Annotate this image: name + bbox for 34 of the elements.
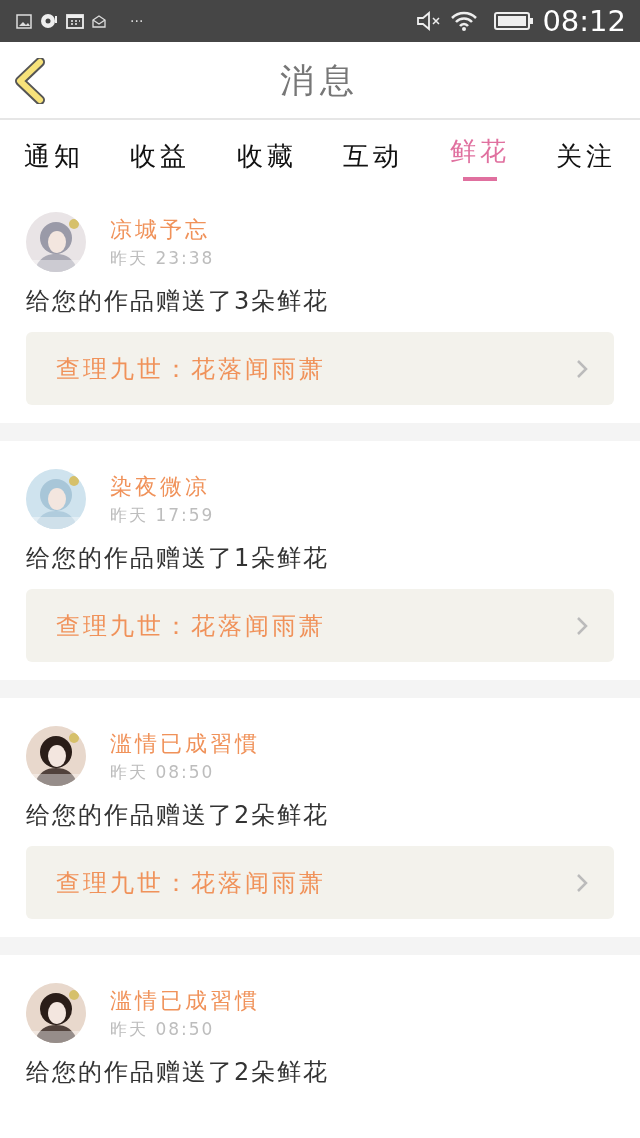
message-time: 昨天 08:50 <box>110 760 216 784</box>
message-time: 昨天 08:50 <box>110 1017 216 1041</box>
battery-icon <box>494 11 535 31</box>
page-title: 消息 <box>280 58 360 102</box>
wifi-icon <box>450 10 479 32</box>
more-notifications-text: ··· <box>130 11 144 31</box>
message-text: 给您的作品赠送了2朵鲜花 <box>26 1057 331 1087</box>
user-name[interactable]: 凉城予忘 <box>110 212 215 246</box>
user-name[interactable]: 滥情已成習慣 <box>110 983 260 1017</box>
chevron-icon <box>576 359 588 379</box>
message-time: 昨天 17:59 <box>110 503 215 527</box>
tab[interactable]: 收益 <box>130 120 191 184</box>
work-link[interactable]: 查理九世：花落闻雨萧 <box>26 332 614 405</box>
message-text: 给您的作品赠送了2朵鲜花 <box>26 800 331 830</box>
envelope-icon <box>92 14 106 28</box>
mute-icon <box>416 10 443 32</box>
chevron-icon <box>576 616 588 636</box>
tab[interactable]: 通知 <box>24 120 84 184</box>
work-link[interactable]: 查理九世：花落闻雨萧 <box>26 589 614 662</box>
calendar-icon <box>66 13 84 29</box>
message-text: 给您的作品赠送了3朵鲜花 <box>26 286 331 316</box>
back-button[interactable] <box>14 58 48 104</box>
chevron-icon <box>576 873 588 893</box>
work-link[interactable]: 查理九世：花落闻雨萧 <box>26 846 614 919</box>
tab[interactable]: 关注 <box>555 120 616 184</box>
image-icon <box>16 13 32 29</box>
message-time: 昨天 23:38 <box>110 246 215 270</box>
message-text: 给您的作品赠送了1朵鲜花 <box>26 543 331 573</box>
tab[interactable]: 收藏 <box>236 120 297 184</box>
tab[interactable]: 互动 <box>343 120 404 184</box>
clock-text: 08:12 <box>542 6 626 36</box>
tab[interactable]: 鲜花 <box>449 120 510 184</box>
user-name[interactable]: 滥情已成習慣 <box>110 726 260 760</box>
user-name[interactable]: 染夜微凉 <box>110 469 215 503</box>
